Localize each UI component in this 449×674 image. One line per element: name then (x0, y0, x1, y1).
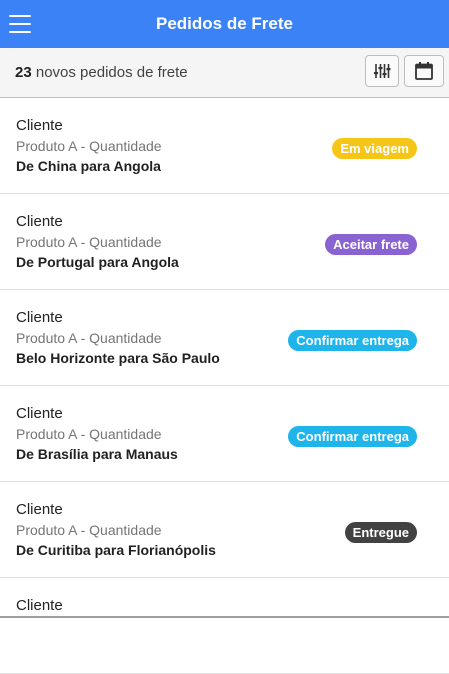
filter-button[interactable] (365, 55, 399, 87)
order-client: Cliente (16, 501, 63, 518)
order-route: De Curitiba para Florianópolis (16, 542, 216, 558)
page-title: Pedidos de Frete (156, 14, 293, 33)
orders-summary-bar: 23 novos pedidos de frete (0, 48, 449, 98)
new-orders-count: 23 (15, 64, 32, 81)
order-route: Belo Horizonte para São Paulo (16, 350, 220, 366)
order-client: Cliente (16, 213, 63, 230)
order-item[interactable]: Cliente Produto A - Quantidade Belo Hori… (0, 290, 449, 386)
status-badge[interactable]: Aceitar frete (325, 234, 417, 255)
order-product: Produto A - Quantidade (16, 234, 162, 250)
new-orders-label: novos pedidos de frete (31, 64, 188, 81)
status-badge[interactable]: Confirmar entrega (288, 330, 417, 351)
order-route: De Brasília para Manaus (16, 446, 178, 462)
order-item[interactable]: Cliente Produto A - Quantidade De Portug… (0, 194, 449, 290)
sliders-icon (374, 64, 391, 78)
calendar-icon (415, 62, 433, 80)
order-client: Cliente (16, 309, 63, 326)
app-bar: Pedidos de Frete (0, 0, 449, 48)
orders-list: Cliente Produto A - Quantidade De China … (0, 98, 449, 674)
order-product: Produto A - Quantidade (16, 522, 162, 538)
order-product: Produto A - Quantidade (16, 426, 162, 442)
order-item[interactable]: Cliente Produto A - Quantidade De China … (0, 98, 449, 194)
order-item[interactable]: Cliente Produto A - Quantidade De Curiti… (0, 482, 449, 578)
calendar-button[interactable] (404, 55, 444, 87)
order-product: Produto A - Quantidade (16, 330, 162, 346)
new-orders-count-text: 23 novos pedidos de frete (15, 64, 188, 81)
status-badge[interactable]: Confirmar entrega (288, 426, 417, 447)
status-badge[interactable]: Em viagem (332, 138, 417, 159)
hamburger-menu-icon[interactable] (9, 13, 31, 35)
order-client: Cliente (16, 117, 63, 134)
order-route: De Portugal para Angola (16, 254, 179, 270)
order-product: Produto A - Quantidade (16, 138, 162, 154)
order-item[interactable]: Cliente Produto A - Quantidade De Brasíl… (0, 386, 449, 482)
status-badge[interactable]: Entregue (344, 522, 417, 543)
order-client: Cliente (16, 405, 63, 422)
order-route: De China para Angola (16, 158, 161, 174)
order-client: Cliente (16, 597, 63, 614)
order-item[interactable]: Cliente (0, 578, 449, 674)
